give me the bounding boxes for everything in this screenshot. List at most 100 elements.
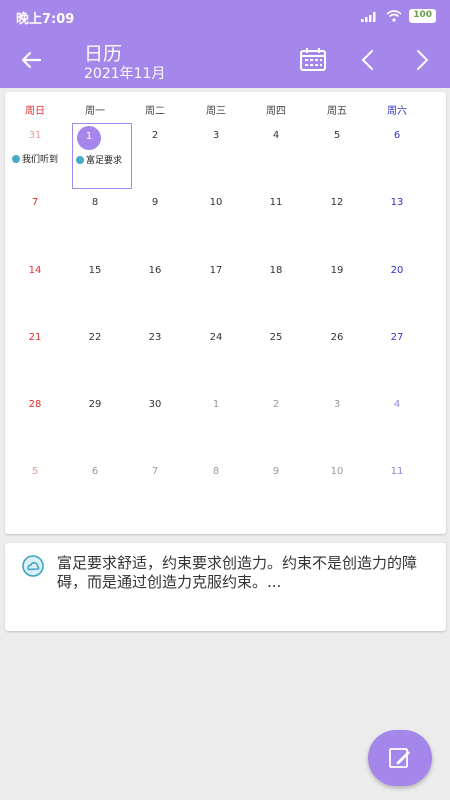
- note-card[interactable]: 富足要求舒适，约束要求创造力。约束不是创造力的障碍，而是通过创造力克服约束。..…: [5, 543, 446, 631]
- day-number: 2: [151, 130, 159, 141]
- day-cell[interactable]: 27: [367, 325, 427, 391]
- day-number: 6: [393, 130, 401, 141]
- day-number: 16: [148, 265, 162, 276]
- day-number: 30: [148, 399, 162, 410]
- day-cell[interactable]: 1: [186, 392, 246, 458]
- day-cell[interactable]: 11: [367, 459, 427, 525]
- day-number: 26: [330, 332, 344, 343]
- chevron-left-icon[interactable]: [356, 46, 380, 74]
- weekday-wed: 周三: [206, 106, 226, 117]
- day-number: 2: [272, 399, 280, 410]
- day-cell[interactable]: 6: [65, 459, 125, 525]
- day-number: 5: [31, 466, 39, 477]
- day-cell[interactable]: 19: [307, 258, 367, 324]
- day-cell[interactable]: 25: [246, 325, 306, 391]
- day-cell[interactable]: 16: [125, 258, 185, 324]
- day-number: 10: [330, 466, 344, 477]
- day-number: 31: [28, 130, 42, 141]
- page-title: 日历: [84, 43, 123, 65]
- day-number: 29: [88, 399, 102, 410]
- status-time: 晚上7:09: [16, 12, 75, 27]
- day-cell[interactable]: 17: [186, 258, 246, 324]
- day-number: 11: [269, 197, 283, 208]
- day-cell-selected[interactable]: 1 富足要求: [72, 123, 132, 189]
- day-cell[interactable]: 4: [246, 123, 306, 189]
- day-number: 13: [390, 197, 404, 208]
- pencil-icon: [389, 748, 410, 768]
- day-number: 12: [330, 197, 344, 208]
- day-cell[interactable]: 2: [246, 392, 306, 458]
- day-number: 5: [333, 130, 341, 141]
- battery-indicator: 100: [409, 9, 436, 23]
- wifi-icon: [386, 10, 402, 22]
- day-cell[interactable]: 15: [65, 258, 125, 324]
- day-number: 17: [209, 265, 223, 276]
- day-cell[interactable]: 31 我们听到: [5, 123, 65, 189]
- day-number: 3: [333, 399, 341, 410]
- day-number: 1: [212, 399, 220, 410]
- day-cell[interactable]: 3: [307, 392, 367, 458]
- day-cell[interactable]: 18: [246, 258, 306, 324]
- day-number: 14: [28, 265, 42, 276]
- weekday-thu: 周四: [266, 106, 286, 117]
- month-label: 2021年11月: [84, 66, 166, 82]
- weekday-tue: 周二: [145, 106, 165, 117]
- calendar-icon[interactable]: [298, 46, 328, 74]
- chevron-right-icon[interactable]: [410, 46, 434, 74]
- day-cell[interactable]: 13: [367, 190, 427, 256]
- day-cell[interactable]: 2: [125, 123, 185, 189]
- day-number: 4: [272, 130, 280, 141]
- day-cell[interactable]: 10: [186, 190, 246, 256]
- day-number: 8: [91, 197, 99, 208]
- weekday-fri: 周五: [327, 106, 347, 117]
- day-cell[interactable]: 20: [367, 258, 427, 324]
- event-label: 我们听到: [22, 155, 59, 165]
- day-cell[interactable]: 7: [125, 459, 185, 525]
- day-number: 22: [88, 332, 102, 343]
- day-cell[interactable]: 21: [5, 325, 65, 391]
- day-number: 9: [151, 197, 159, 208]
- day-number: 9: [272, 466, 280, 477]
- day-cell[interactable]: 30: [125, 392, 185, 458]
- day-cell[interactable]: 10: [307, 459, 367, 525]
- day-cell[interactable]: 26: [307, 325, 367, 391]
- day-cell[interactable]: 23: [125, 325, 185, 391]
- cloud-icon: [76, 155, 84, 164]
- day-cell[interactable]: 12: [307, 190, 367, 256]
- day-cell[interactable]: 5: [5, 459, 65, 525]
- day-number: 7: [31, 197, 39, 208]
- day-cell[interactable]: 8: [65, 190, 125, 256]
- day-number: 19: [330, 265, 344, 276]
- day-cell[interactable]: 28: [5, 392, 65, 458]
- weekday-sat: 周六: [387, 106, 407, 117]
- weekday-header: 周日 周一 周二 周三 周四 周五 周六: [5, 102, 446, 118]
- day-number: 15: [88, 265, 102, 276]
- day-number: 18: [269, 265, 283, 276]
- day-number: 24: [209, 332, 223, 343]
- day-number: 27: [390, 332, 404, 343]
- day-number: 28: [28, 399, 42, 410]
- edit-fab-button[interactable]: [368, 730, 432, 786]
- arrow-left-icon[interactable]: [18, 46, 46, 74]
- day-cell[interactable]: 29: [65, 392, 125, 458]
- day-cell[interactable]: 24: [186, 325, 246, 391]
- day-cell[interactable]: 5: [307, 123, 367, 189]
- status-icons: 100: [361, 9, 436, 23]
- day-cell[interactable]: 7: [5, 190, 65, 256]
- event-item: 富足要求: [76, 153, 122, 166]
- day-number: 25: [269, 332, 283, 343]
- calendar-card: 周日 周一 周二 周三 周四 周五 周六 31 我们听到 1 富足要求 2 3 …: [5, 92, 446, 534]
- day-cell[interactable]: 11: [246, 190, 306, 256]
- day-cell[interactable]: 22: [65, 325, 125, 391]
- day-cell[interactable]: 9: [246, 459, 306, 525]
- day-cell[interactable]: 6: [367, 123, 427, 189]
- day-cell[interactable]: 3: [186, 123, 246, 189]
- day-number: 3: [212, 130, 220, 141]
- day-cell[interactable]: 4: [367, 392, 427, 458]
- status-bar: 晚上7:09 100: [0, 0, 450, 32]
- day-cell[interactable]: 8: [186, 459, 246, 525]
- day-cell[interactable]: 9: [125, 190, 185, 256]
- day-number: 6: [91, 466, 99, 477]
- signal-icon: [361, 12, 376, 22]
- day-cell[interactable]: 14: [5, 258, 65, 324]
